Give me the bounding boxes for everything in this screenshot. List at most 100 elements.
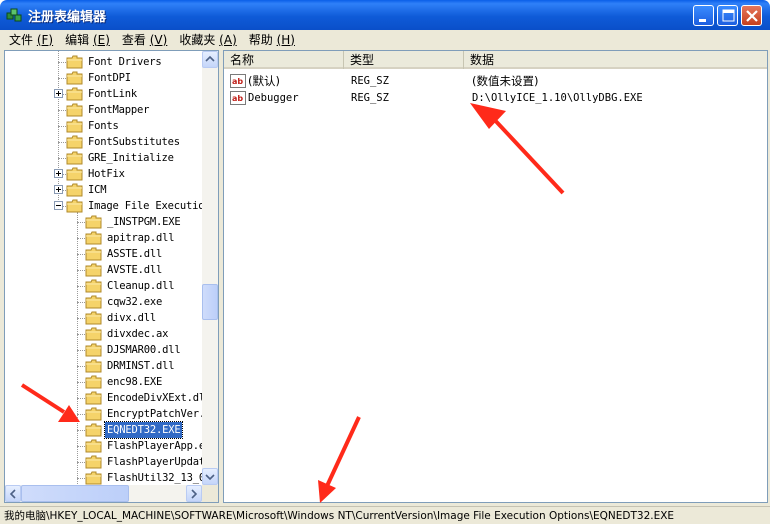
- menu-item-4[interactable]: 帮助 (H): [243, 31, 301, 48]
- folder-icon: [85, 471, 102, 485]
- tree-vertical-scrollbar[interactable]: [202, 51, 218, 485]
- tree-item-label: GRE_Initialize: [88, 152, 174, 164]
- tree-item[interactable]: Font Drivers: [5, 54, 202, 70]
- cell-name: (默认): [248, 74, 280, 88]
- tree-item-label: divx.dll: [107, 312, 156, 324]
- scroll-right-button[interactable]: [186, 485, 202, 502]
- folder-icon: [85, 263, 102, 277]
- expand-icon[interactable]: [54, 185, 63, 194]
- tree-item-label: DRMINST.dll: [107, 360, 175, 372]
- folder-icon: [66, 167, 83, 181]
- tree-item[interactable]: HotFix: [5, 166, 202, 182]
- tree-item[interactable]: Fonts: [5, 118, 202, 134]
- tree-item-label: ICM: [88, 184, 107, 196]
- scroll-thumb-horizontal[interactable]: [21, 485, 129, 502]
- tree-item[interactable]: AVSTE.dll: [5, 262, 202, 278]
- tree-item[interactable]: DJSMAR00.dll: [5, 342, 202, 358]
- menu-label: 收藏夹: [179, 32, 216, 47]
- tree-item[interactable]: _INSTPGM.EXE: [5, 214, 202, 230]
- tree-rows: Font Drivers FontDPI FontLink FontMapper Fon…: [5, 51, 202, 485]
- tree-item[interactable]: FontDPI: [5, 70, 202, 86]
- expand-icon[interactable]: [54, 89, 63, 98]
- menu-accelerator: (H): [276, 32, 295, 47]
- values-list[interactable]: 名称 类型 数据 ab (默认) REG_SZ (数值未设置) ab Debugger RE…: [223, 50, 768, 503]
- title-bar[interactable]: 注册表编辑器: [0, 0, 770, 30]
- tree-item[interactable]: EncryptPatchVer.dll: [5, 406, 202, 422]
- column-type[interactable]: 类型: [344, 51, 464, 69]
- reg-sz-icon: ab: [230, 90, 246, 106]
- tree-item[interactable]: cqw32.exe: [5, 294, 202, 310]
- close-icon: [746, 10, 758, 22]
- menu-item-3[interactable]: 收藏夹 (A): [173, 31, 242, 48]
- scroll-thumb[interactable]: [202, 284, 218, 320]
- menu-label: 查看: [121, 32, 146, 47]
- folder-icon: [85, 407, 102, 421]
- tree-horizontal-scrollbar[interactable]: [5, 485, 202, 502]
- folder-icon: [66, 71, 83, 85]
- folder-icon: [85, 343, 102, 357]
- tree-item[interactable]: Cleanup.dll: [5, 278, 202, 294]
- folder-icon: [85, 279, 102, 293]
- tree-item-label: apitrap.dll: [107, 232, 175, 244]
- folder-icon: [85, 455, 102, 469]
- maximize-button[interactable]: [717, 5, 738, 26]
- tree-item-label: divxdec.ax: [107, 328, 169, 340]
- cell-name: Debugger: [248, 92, 299, 104]
- chevron-right-icon: [191, 489, 198, 499]
- tree-item-label: Font Drivers: [88, 56, 162, 68]
- reg-sz-icon: ab: [230, 73, 246, 89]
- tree-item[interactable]: divx.dll: [5, 310, 202, 326]
- tree-item[interactable]: EQNEDT32.EXE: [5, 421, 202, 439]
- tree-item[interactable]: apitrap.dll: [5, 230, 202, 246]
- tree-item-label: enc98.EXE: [107, 376, 163, 388]
- tree-item-label: FlashPlayerApp.exe: [107, 440, 202, 452]
- tree-item[interactable]: Image File Execution Options: [5, 198, 202, 214]
- folder-icon: [85, 327, 102, 341]
- tree-item-label: FontMapper: [88, 104, 150, 116]
- list-item[interactable]: ab Debugger REG_SZ D:\OllyICE_1.10\OllyDBG.…: [224, 89, 767, 107]
- folder-icon: [85, 423, 102, 437]
- column-data[interactable]: 数据: [464, 51, 767, 69]
- menu-accelerator: (V): [149, 32, 168, 47]
- tree-item[interactable]: FlashPlayerApp.exe: [5, 438, 202, 454]
- tree-item-label: FontSubstitutes: [88, 136, 180, 148]
- tree-item[interactable]: FontMapper: [5, 102, 202, 118]
- scroll-up-button[interactable]: [202, 51, 218, 68]
- scroll-left-button[interactable]: [5, 485, 21, 502]
- close-button[interactable]: [741, 5, 762, 26]
- minimize-icon: [699, 19, 706, 22]
- tree-item[interactable]: divxdec.ax: [5, 326, 202, 342]
- expand-icon[interactable]: [54, 169, 63, 178]
- tree-item[interactable]: EncodeDivXExt.dll: [5, 390, 202, 406]
- menu-label: 文件: [9, 32, 34, 47]
- tree-item[interactable]: GRE_Initialize: [5, 150, 202, 166]
- menu-item-2[interactable]: 查看 (V): [116, 31, 173, 48]
- folder-icon: [85, 391, 102, 405]
- chevron-left-icon: [9, 489, 16, 499]
- tree-item[interactable]: ICM: [5, 182, 202, 198]
- tree-item[interactable]: ASSTE.dll: [5, 246, 202, 262]
- tree-item-label: EncryptPatchVer.dll: [107, 408, 202, 420]
- tree-item-label: ASSTE.dll: [107, 248, 163, 260]
- tree-item[interactable]: FontSubstitutes: [5, 134, 202, 150]
- tree-item[interactable]: FontLink: [5, 86, 202, 102]
- menu-item-0[interactable]: 文件 (F): [3, 31, 59, 48]
- menu-item-1[interactable]: 编辑 (E): [59, 31, 116, 48]
- folder-icon: [85, 247, 102, 261]
- tree-item[interactable]: enc98.EXE: [5, 374, 202, 390]
- tree-item[interactable]: FlashPlayerUpdateService.exe: [5, 454, 202, 470]
- scroll-down-button[interactable]: [202, 468, 218, 485]
- tree-item[interactable]: DRMINST.dll: [5, 358, 202, 374]
- column-name[interactable]: 名称: [224, 51, 344, 69]
- tree-item[interactable]: FlashUtil32_13_0: [5, 470, 202, 485]
- client-area: Font Drivers FontDPI FontLink FontMapper Fon…: [0, 48, 770, 506]
- tree-item-label: HotFix: [88, 168, 125, 180]
- list-item[interactable]: ab (默认) REG_SZ (数值未设置): [224, 72, 767, 90]
- tree-item-label: FlashPlayerUpdateService.exe: [107, 456, 202, 468]
- collapse-icon[interactable]: [54, 201, 63, 210]
- tree-item-label: AVSTE.dll: [107, 264, 163, 276]
- minimize-button[interactable]: [693, 5, 714, 26]
- registry-tree[interactable]: Font Drivers FontDPI FontLink FontMapper Fon…: [4, 50, 219, 503]
- scroll-corner: [202, 485, 218, 502]
- tree-item-label: _INSTPGM.EXE: [107, 216, 181, 228]
